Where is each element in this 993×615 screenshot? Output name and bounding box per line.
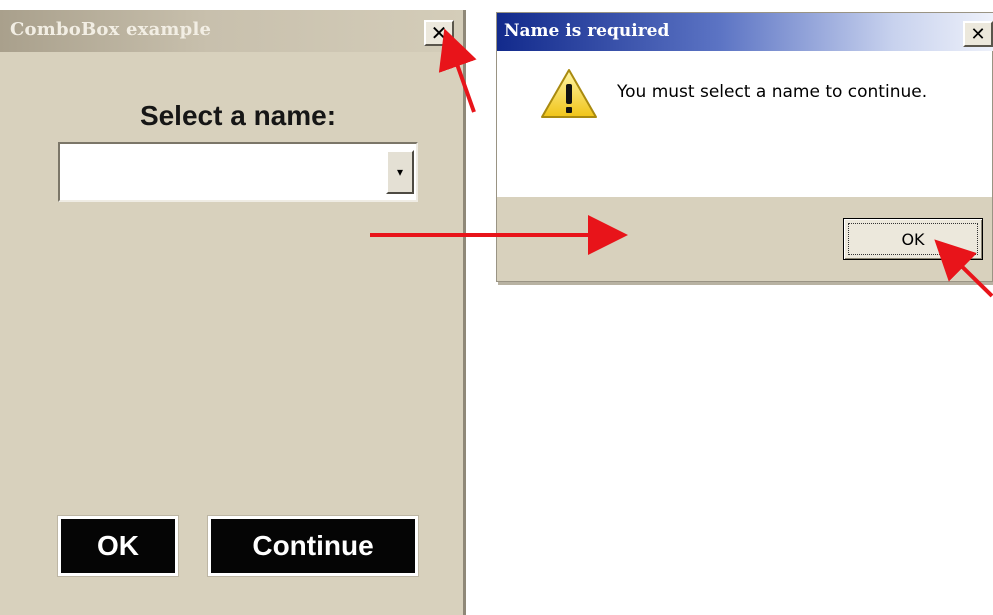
dialog-ok-button[interactable]: OK — [843, 218, 983, 260]
close-button[interactable]: ✕ — [424, 20, 454, 46]
dialog-titlebar[interactable]: Name is required — [497, 13, 993, 51]
dialog-title: Name is required — [504, 21, 670, 41]
name-combobox[interactable]: ▾ — [58, 142, 418, 202]
dialog-button-area: OK — [497, 197, 992, 281]
ok-button[interactable]: OK — [57, 515, 179, 577]
name-required-dialog: Name is required ✕ You must select a nam… — [496, 12, 993, 282]
dialog-message: You must select a name to continue. — [617, 82, 928, 102]
warning-icon — [541, 69, 597, 118]
close-icon: ✕ — [970, 23, 986, 45]
continue-button[interactable]: Continue — [207, 515, 419, 577]
combobox-window-titlebar[interactable]: ComboBox example — [0, 10, 463, 52]
chevron-down-icon: ▾ — [396, 165, 404, 179]
dialog-ok-label: OK — [901, 229, 925, 249]
screenshot-stage: ComboBox example ✕ Select a name: ▾ OK C… — [0, 0, 993, 615]
window-title: ComboBox example — [10, 19, 212, 40]
close-icon: ✕ — [430, 21, 448, 45]
combobox-dropdown-button[interactable]: ▾ — [386, 150, 414, 194]
dialog-close-button[interactable]: ✕ — [963, 21, 993, 47]
select-name-label: Select a name: — [139, 100, 337, 131]
combobox-example-window: ComboBox example ✕ Select a name: ▾ OK C… — [0, 10, 466, 615]
